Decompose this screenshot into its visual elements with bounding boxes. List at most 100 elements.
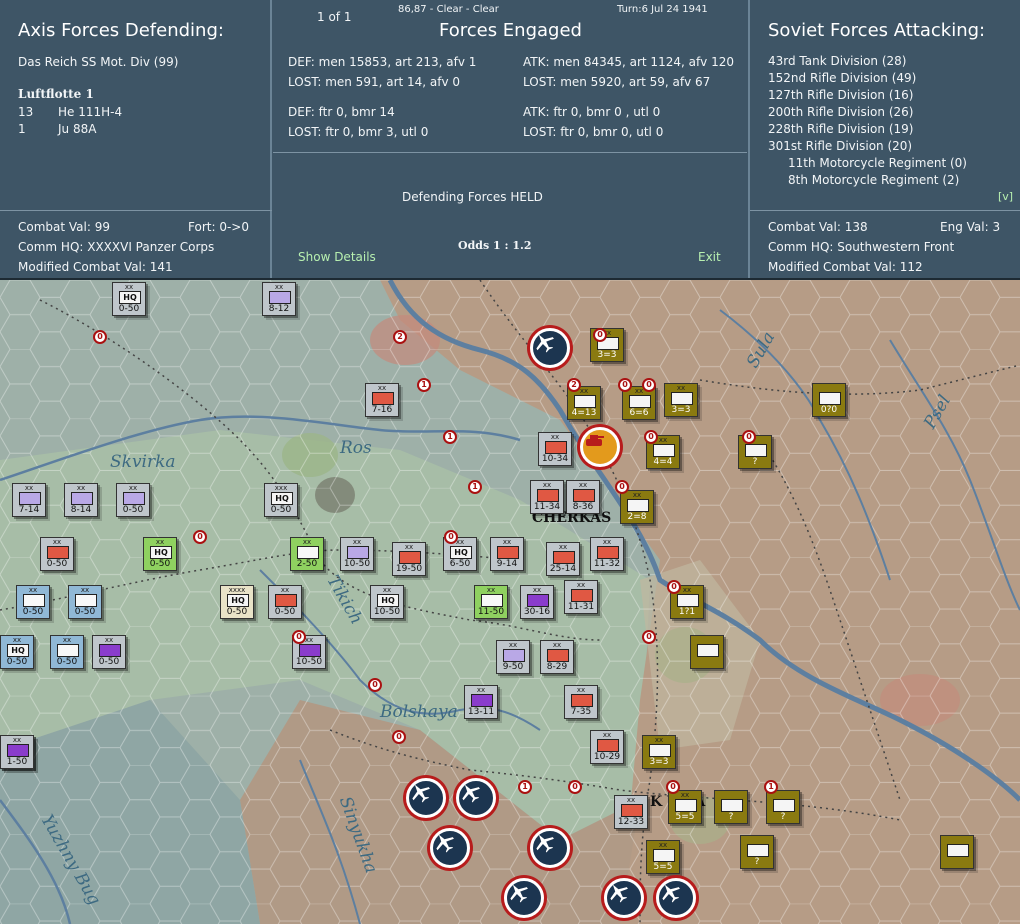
unit-strength-label: 10-29 [593,752,621,762]
unit-size-label: xx [486,586,496,594]
unit-strength-label: 9-14 [496,559,518,569]
unit-type-icon [19,492,41,505]
expand-list-button[interactable]: [v] [998,190,1013,203]
unit-counter[interactable]: xx 11-31 [564,580,598,614]
air-unit-counter[interactable] [406,778,446,818]
unit-counter[interactable]: xx 8-36 [566,480,600,514]
airplane-icon [412,784,430,803]
air-unit-counter[interactable] [656,878,696,918]
air-unit-counter[interactable] [456,778,496,818]
unit-counter[interactable]: xx 19-50 [392,542,426,576]
unit-counter[interactable]: xx 8-14 [64,483,98,517]
air-unit-counter[interactable] [530,328,570,368]
air-unit-counter[interactable] [504,878,544,918]
unit-type-icon [547,649,569,662]
unit-counter[interactable]: xx 11-50 [474,585,508,619]
exit-button[interactable]: Exit [698,250,721,264]
show-details-button[interactable]: Show Details [298,250,376,264]
unit-size-label: xx [558,543,568,551]
unit-counter[interactable]: xx 7-35 [564,685,598,719]
unit-type-icon [75,594,97,607]
unit-counter[interactable]: xx 0-50 [16,585,50,619]
air-type-1: He 111H-4 [58,105,123,119]
unit-counter[interactable]: xx 13-11 [464,685,498,719]
unit-type-icon [747,844,769,857]
unit-counter[interactable]: xx 0-50 [116,483,150,517]
unit-counter[interactable]: xx 30-16 [520,585,554,619]
air-count-2: 1 [18,122,26,136]
unit-status-marker: 0 [93,330,107,344]
unit-type-icon [347,546,369,559]
unit-counter[interactable]: xx 3=3 [642,735,676,769]
soviet-unit-entry: 200th Rifle Division (26) [768,105,914,119]
unit-counter[interactable]: xx 3=3 [664,383,698,417]
unit-counter[interactable]: xx 2-50 [290,537,324,571]
unit-size-label: xx [550,433,560,441]
unit-size-label: xx [382,586,392,594]
air-unit-counter[interactable] [604,878,644,918]
unit-counter[interactable]: xx 11-32 [590,537,624,571]
unit-strength-label: 12-33 [617,817,645,827]
unit-counter[interactable]: xx 0-50 [50,635,84,669]
hex-map[interactable]: Skvirka Ros Tikich Bolshaya Sinyukha Yuz… [0,280,1020,924]
unit-counter[interactable]: xx 8-29 [540,640,574,674]
airplane-icon [610,884,628,903]
unit-strength-label: 10-34 [541,454,569,464]
unit-counter[interactable]: xxx HQ 0-50 [264,483,298,517]
unit-size-label: xx [12,736,22,744]
unit-type-icon [545,441,567,454]
unit-strength-label: 0-50 [6,657,28,667]
unit-counter[interactable]: xx 10-34 [538,432,572,466]
page-indicator: 1 of 1 [317,10,352,24]
unit-counter[interactable]: xx HQ 0-50 [112,282,146,316]
unit-counter[interactable]: ? [740,835,774,869]
combat-hex-marker[interactable] [580,427,620,467]
unit-type-icon [574,395,596,408]
unit-counter[interactable]: xx 25-14 [546,542,580,576]
unit-counter[interactable]: xx 11-34 [530,480,564,514]
unit-counter[interactable]: xx 10-29 [590,730,624,764]
unit-counter[interactable]: xx 7-14 [12,483,46,517]
unit-counter[interactable]: xx 8-12 [262,282,296,316]
airplane-icon [510,884,528,903]
unit-counter[interactable]: xx 9-50 [496,640,530,674]
unit-size-label: xx [578,481,588,489]
unit-counter[interactable]: xx HQ 0-50 [143,537,177,571]
unit-counter[interactable]: xx 9-14 [490,537,524,571]
soviet-unit-entry: 127th Rifle Division (16) [768,88,914,102]
unit-counter[interactable]: xx 7-16 [365,383,399,417]
unit-strength-label: ? [752,457,758,467]
unit-counter[interactable]: xx 10-50 [340,537,374,571]
unit-counter[interactable]: xx 0-50 [92,635,126,669]
unit-status-marker: 1 [764,780,778,794]
unit-counter[interactable] [940,835,974,869]
unit-counter[interactable]: xx 12-33 [614,795,648,829]
unit-strength-label: ? [754,857,760,867]
unit-counter[interactable]: xx 5=5 [646,840,680,874]
unit-counter[interactable]: ? [766,790,800,824]
unit-counter[interactable]: xxxx HQ 0-50 [220,585,254,619]
unit-counter[interactable]: xx HQ 0-50 [0,635,34,669]
map-label-ros: Ros [340,438,372,458]
unit-strength-label: 19-50 [395,564,423,574]
unit-counter[interactable]: xx 0-50 [40,537,74,571]
unit-status-marker: 0 [193,530,207,544]
unit-counter[interactable]: ? [714,790,748,824]
air-unit-counter[interactable] [530,828,570,868]
unit-counter[interactable]: xx 0-50 [68,585,102,619]
unit-size-label: xx [280,586,290,594]
unit-counter[interactable]: xx 2=8 [620,490,654,524]
unit-counter[interactable]: xx 5=5 [668,790,702,824]
unit-type-icon [99,644,121,657]
unit-counter[interactable]: xx 0-50 [268,585,302,619]
unit-strength-label: 11-50 [477,607,505,617]
unit-counter[interactable]: 0?0 [812,383,846,417]
unit-counter[interactable]: xx HQ 10-50 [370,585,404,619]
air-count-1: 13 [18,105,34,119]
unit-size-label: xx [654,736,664,744]
unit-counter[interactable] [690,635,724,669]
unit-counter[interactable]: xx 1-50 [0,735,34,769]
air-unit-counter[interactable] [430,828,470,868]
unit-strength-label: 0-50 [74,607,96,617]
unit-size-label: xx [76,484,86,492]
